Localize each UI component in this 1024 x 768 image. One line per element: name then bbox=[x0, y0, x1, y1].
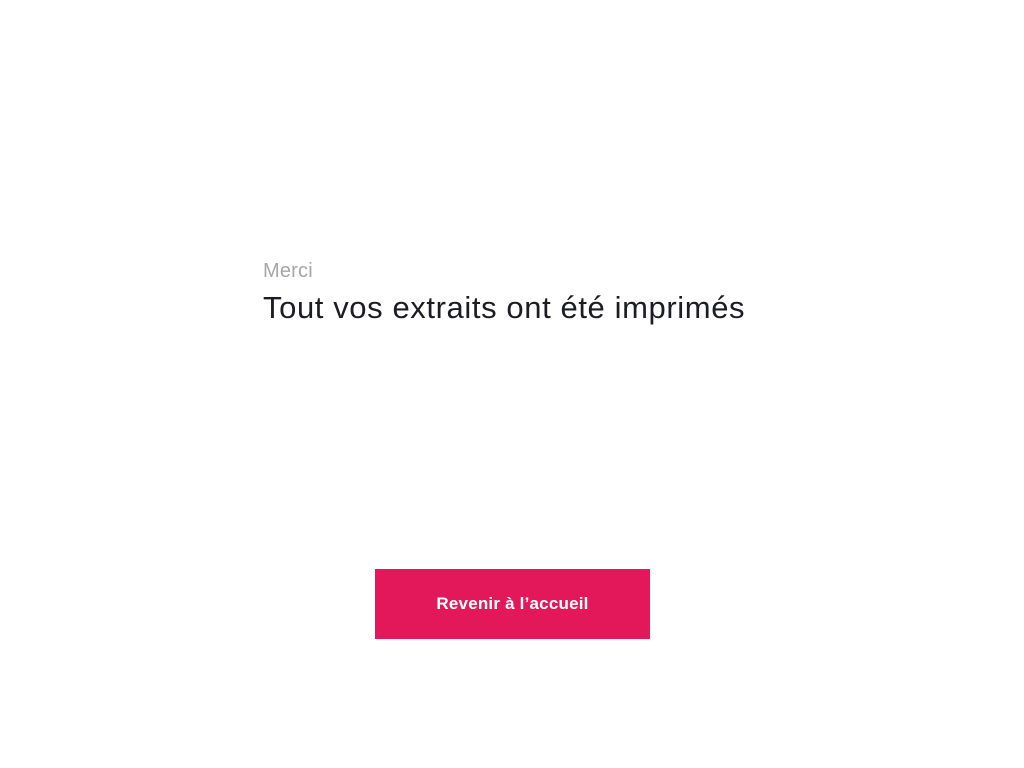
back-home-button[interactable]: Revenir à l’accueil bbox=[375, 569, 650, 639]
confirmation-screen: Merci Tout vos extraits ont été imprimés… bbox=[0, 0, 1024, 768]
confirmation-subtitle: Merci bbox=[263, 260, 313, 282]
back-home-button-label: Revenir à l’accueil bbox=[436, 594, 589, 613]
confirmation-title: Tout vos extraits ont été imprimés bbox=[263, 290, 746, 325]
confirmation-message: Merci Tout vos extraits ont été imprimés bbox=[263, 258, 863, 326]
